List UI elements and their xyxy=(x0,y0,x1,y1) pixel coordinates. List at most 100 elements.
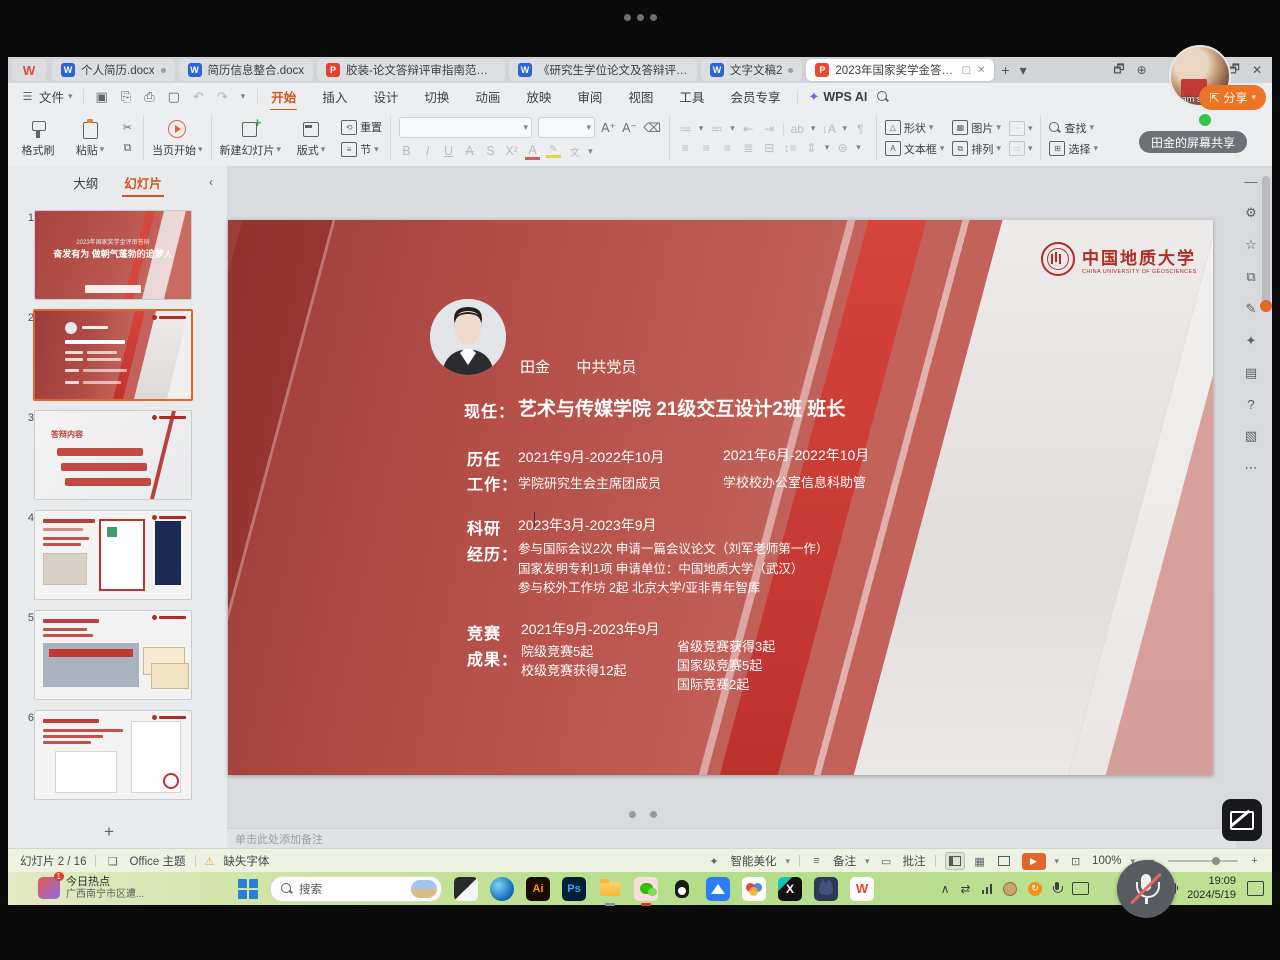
play-from-current-button[interactable]: 当页开始▾ xyxy=(152,119,203,158)
shape-library-icon[interactable]: ⧉ xyxy=(1246,269,1255,285)
beautify-button[interactable]: 智能美化 xyxy=(730,853,776,869)
distribute-icon[interactable]: ⊟ xyxy=(762,141,777,155)
tab-doc-4[interactable]: W 《研究生学位论文及答辩评审材料 xyxy=(509,59,697,81)
photoshop-icon[interactable]: Ps xyxy=(562,877,586,901)
collapse-rail-icon[interactable]: — xyxy=(1245,174,1258,189)
decrease-indent-icon[interactable]: ⇤ xyxy=(741,122,756,136)
slide-thumbnail-6[interactable] xyxy=(34,710,192,800)
textbox-button[interactable]: A文本框▾ xyxy=(885,141,945,157)
favorites-icon[interactable]: ☆ xyxy=(1245,237,1257,253)
tab-design[interactable]: 设计 xyxy=(360,83,411,110)
file-menu[interactable]: ☰ 文件 ▾ xyxy=(8,87,83,106)
slide-thumbnail-1[interactable]: 2023年国家奖学金评审答辩 奋发有为 做朝气蓬勃的追梦人 xyxy=(34,210,192,300)
tab-doc-active-ppt[interactable]: P 2023年国家奖学金答辩-国 ▢ ✕ xyxy=(806,59,994,81)
tab-transition[interactable]: 切换 xyxy=(411,83,462,110)
edge-browser-icon[interactable] xyxy=(490,877,514,901)
bullet-list-icon[interactable]: ≔ xyxy=(678,122,693,136)
color-circles-app-icon[interactable] xyxy=(742,877,766,901)
shapes-button[interactable]: △形状▾ xyxy=(885,120,945,136)
slides-tab[interactable]: 幻灯片 xyxy=(124,173,162,192)
section-button[interactable]: ≡节▾ xyxy=(341,141,382,157)
wps-logo[interactable]: W xyxy=(12,59,46,81)
tab-doc-5[interactable]: W 文字文稿2 xyxy=(701,59,802,81)
portrait-photo[interactable] xyxy=(430,299,506,375)
contact-tray-icon[interactable] xyxy=(1003,882,1017,896)
text-shadow-button[interactable]: S xyxy=(483,144,498,158)
slide-thumbnail-3[interactable]: 答辩内容 xyxy=(34,410,192,500)
display-tray-icon[interactable] xyxy=(1072,882,1089,895)
line-spacing-icon[interactable]: ⇕ xyxy=(804,141,819,155)
screen-share-control-button[interactable] xyxy=(1222,799,1262,841)
text-direction-icon[interactable]: ↓A xyxy=(821,122,836,136)
font-color-button[interactable]: A xyxy=(525,143,540,160)
highlight-color-button[interactable]: ✎ xyxy=(546,144,561,158)
taskbar-clock[interactable]: 19:09 2024/5/19 xyxy=(1187,875,1236,901)
print-preview-icon[interactable]: ▢ xyxy=(168,89,180,105)
reset-slide-button[interactable]: ⟲重置 xyxy=(341,119,382,135)
zoom-level[interactable]: 100% xyxy=(1092,855,1121,867)
tab-insert[interactable]: 插入 xyxy=(309,83,360,110)
current-position-value[interactable]: 艺术与传媒学院 21级交互设计2班 班长 xyxy=(518,394,845,421)
tray-toggle-icon[interactable]: ⇄ xyxy=(961,882,971,896)
text-effects-button[interactable]: 文 xyxy=(567,144,582,159)
underline-button[interactable]: U xyxy=(441,144,456,158)
start-button[interactable] xyxy=(238,879,258,899)
search-icon[interactable] xyxy=(877,91,889,103)
object-properties-icon[interactable]: ⚙ xyxy=(1245,205,1257,221)
vertical-scrollbar[interactable] xyxy=(1262,176,1270,306)
increase-indent-icon[interactable]: ⇥ xyxy=(762,122,777,136)
tab-home[interactable]: 开始 xyxy=(258,83,309,110)
tab-close-icon[interactable]: ✕ xyxy=(977,65,985,76)
notification-center-icon[interactable] xyxy=(1247,881,1264,896)
file-explorer-icon[interactable] xyxy=(598,877,622,901)
skin-theme-icon[interactable]: ▧ xyxy=(1245,428,1257,444)
illustrator-icon[interactable]: Ai xyxy=(526,877,550,901)
wps-ai-button[interactable]: ✦ WPS AI xyxy=(808,89,867,105)
save-icon[interactable]: ▣ xyxy=(96,89,108,105)
zoom-slider[interactable] xyxy=(1168,860,1238,862)
globe-icon[interactable]: ⊕ xyxy=(1137,63,1147,77)
char-spacing-icon[interactable]: ab xyxy=(790,122,805,136)
redo-icon[interactable]: ↷ xyxy=(217,89,228,105)
slide-thumbnail-5[interactable] xyxy=(34,610,192,700)
slide-sorter-view-button[interactable]: ▦ xyxy=(971,853,989,869)
align-text-icon[interactable]: ⊜ xyxy=(835,141,850,155)
task-view-button[interactable] xyxy=(454,877,478,901)
tab-tools[interactable]: 工具 xyxy=(666,83,717,110)
clear-format-icon[interactable]: ⌫ xyxy=(643,120,661,135)
find-button[interactable]: 查找▾ xyxy=(1049,120,1098,136)
signal-bars-icon[interactable] xyxy=(982,884,993,894)
arrange-button[interactable]: ⧉排列▾ xyxy=(952,141,1001,157)
tab-slideshow[interactable]: 放映 xyxy=(513,83,564,110)
numbered-list-icon[interactable]: ≕ xyxy=(709,122,724,136)
paragraph-mark-icon[interactable]: ¶ xyxy=(853,122,868,136)
qq-icon[interactable] xyxy=(670,877,694,901)
reading-view-button[interactable] xyxy=(995,853,1013,869)
new-slide-button[interactable]: 新建幻灯片▾ xyxy=(220,119,282,158)
microphone-tray-icon[interactable] xyxy=(1053,882,1061,895)
italic-button[interactable]: I xyxy=(420,144,435,158)
outline-tab[interactable]: 大纲 xyxy=(73,173,98,192)
fit-slide-icon[interactable]: ⊡ xyxy=(1068,854,1083,869)
justify-icon[interactable]: ≣ xyxy=(741,141,756,155)
strikethrough-button[interactable]: A xyxy=(462,144,477,158)
share-button[interactable]: ⇱ 分享 ▾ xyxy=(1199,85,1266,110)
missing-font-warning[interactable]: 缺失字体 xyxy=(223,853,269,869)
superscript-button[interactable]: X² xyxy=(504,144,519,158)
format-painter-button[interactable]: 格式刷 xyxy=(16,119,60,158)
scroll-position-indicator[interactable] xyxy=(1260,300,1272,312)
wechat-icon[interactable] xyxy=(634,877,658,901)
increase-font-icon[interactable]: A⁺ xyxy=(601,120,616,135)
quickbar-caret-icon[interactable]: ▾ xyxy=(241,91,246,102)
x-app-icon[interactable]: X xyxy=(778,877,802,901)
decrease-font-icon[interactable]: A⁻ xyxy=(622,120,637,135)
wps-app-icon[interactable]: W xyxy=(850,877,874,901)
taskbar-search[interactable]: 搜索 xyxy=(270,876,442,902)
align-center-icon[interactable]: ≡ xyxy=(699,141,714,155)
restore-window-icon[interactable]: 🗗 xyxy=(1113,60,1124,81)
tab-list-caret-icon[interactable]: ▾ xyxy=(1020,62,1027,79)
slide-editor-surface[interactable]: 中国地质大学 CHINA UNIVERSITY OF GEOSCIENCES xyxy=(228,220,1213,775)
close-window-icon[interactable]: ✕ xyxy=(1252,63,1262,77)
picture-button[interactable]: ▦图片▾ xyxy=(952,120,1001,136)
tab-review[interactable]: 审阅 xyxy=(564,83,615,110)
